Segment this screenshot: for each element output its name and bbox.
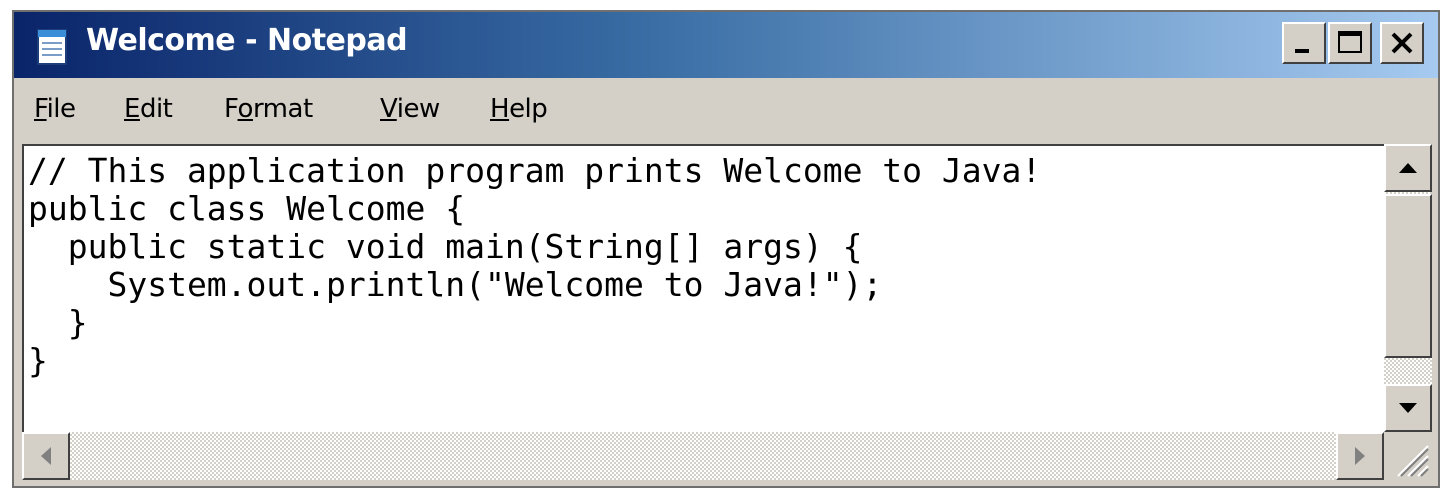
arrow-right-icon bbox=[1355, 447, 1365, 465]
maximize-button[interactable] bbox=[1328, 22, 1372, 64]
text-editor-area[interactable]: // This application program prints Welco… bbox=[22, 144, 1384, 432]
resize-grip[interactable] bbox=[1384, 432, 1432, 480]
window-title: Welcome - Notepad bbox=[86, 23, 408, 58]
menu-format[interactable]: Format bbox=[224, 94, 313, 124]
arrow-down-icon bbox=[1399, 403, 1417, 413]
resize-grip-icon bbox=[1397, 445, 1429, 477]
scroll-right-button[interactable] bbox=[1336, 432, 1384, 480]
scroll-up-button[interactable] bbox=[1384, 144, 1432, 192]
notepad-icon bbox=[37, 29, 67, 65]
horizontal-scrollbar[interactable] bbox=[22, 432, 1384, 480]
editor-content[interactable]: // This application program prints Welco… bbox=[24, 146, 1384, 380]
menu-help[interactable]: Help bbox=[490, 94, 548, 124]
menu-file[interactable]: File bbox=[34, 94, 76, 124]
menu-edit[interactable]: Edit bbox=[124, 94, 173, 124]
close-icon bbox=[1391, 32, 1413, 54]
arrow-up-icon bbox=[1399, 163, 1417, 173]
minimize-icon bbox=[1295, 49, 1309, 53]
menu-view[interactable]: View bbox=[380, 94, 440, 124]
vertical-scrollbar[interactable] bbox=[1384, 144, 1432, 432]
menu-bar: File Edit Format View Help bbox=[14, 78, 1438, 140]
minimize-button[interactable] bbox=[1282, 22, 1326, 64]
arrow-left-icon bbox=[41, 447, 51, 465]
vertical-scroll-thumb[interactable] bbox=[1384, 194, 1432, 358]
notepad-window: Welcome - Notepad File Edit Format View … bbox=[12, 10, 1440, 488]
scroll-left-button[interactable] bbox=[22, 432, 70, 480]
close-button[interactable] bbox=[1380, 22, 1424, 64]
scroll-down-button[interactable] bbox=[1384, 384, 1432, 432]
title-bar[interactable]: Welcome - Notepad bbox=[14, 12, 1438, 78]
maximize-icon bbox=[1338, 31, 1362, 53]
